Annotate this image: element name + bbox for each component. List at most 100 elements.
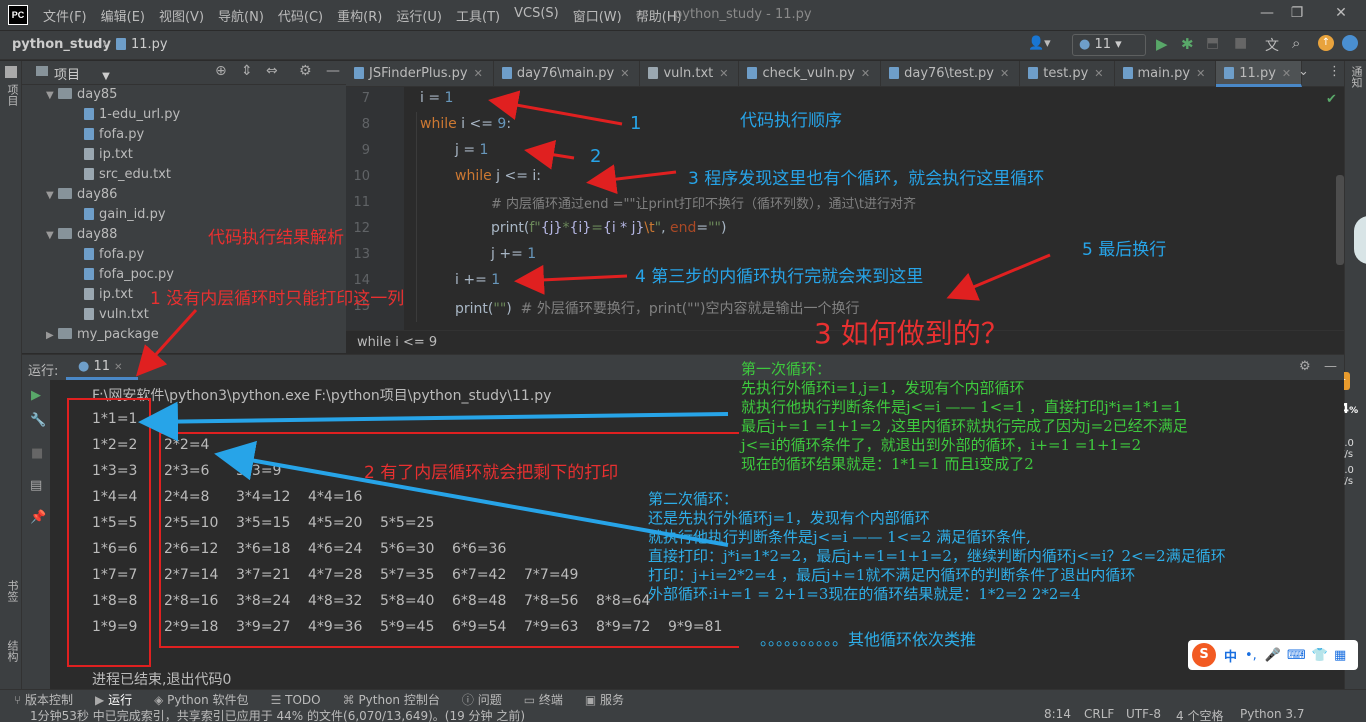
tree-item[interactable]: fofa.py — [84, 245, 144, 265]
chevron-right-icon[interactable]: ▶ — [46, 326, 58, 346]
editor-tab[interactable]: JSFinderPlus.py ✕ — [346, 61, 494, 87]
chevron-down-icon[interactable]: ▼ — [46, 86, 58, 106]
tree-item[interactable]: ▼ day85 — [46, 85, 117, 105]
debug-icon[interactable]: ✱ — [1181, 35, 1194, 53]
status-interpreter[interactable]: Python 3.7 — [1240, 709, 1305, 721]
menu-item[interactable]: 导航(N) — [211, 6, 271, 25]
run-tab[interactable]: ● 11 ✕ — [66, 355, 138, 380]
close-icon[interactable]: ✕ — [620, 67, 629, 80]
stop-icon[interactable]: ■ — [1234, 35, 1247, 51]
run-config-select[interactable]: ● 11 ▾ — [1072, 34, 1146, 56]
tree-item[interactable]: ▼ day86 — [46, 185, 117, 205]
run-hide-icon[interactable]: — — [1324, 359, 1337, 374]
chevron-down-icon[interactable]: ▼ — [46, 226, 58, 246]
close-icon[interactable]: ✕ — [474, 67, 483, 80]
menu-item[interactable]: 工具(T) — [449, 6, 507, 25]
menu-item[interactable]: 重构(R) — [330, 6, 389, 25]
tab-more-icon[interactable]: ⋮ — [1328, 64, 1341, 79]
wrench-icon[interactable]: 🔧 — [30, 413, 46, 428]
translate-icon[interactable]: 文 — [1265, 35, 1279, 55]
project-tool-icon[interactable] — [5, 66, 17, 78]
layout-icon[interactable]: ▤ — [30, 478, 42, 493]
search-icon[interactable]: ⌕ — [1292, 34, 1300, 52]
bottom-tool-0[interactable]: ⑂ 版本控制 — [14, 691, 73, 708]
pin-icon[interactable]: 📌 — [30, 510, 46, 525]
rerun-icon[interactable]: ▶ — [31, 388, 41, 403]
tree-item[interactable]: gain_id.py — [84, 205, 166, 225]
close-icon[interactable]: ✕ — [1282, 67, 1291, 80]
editor-tab[interactable]: check_vuln.py ✕ — [739, 61, 882, 87]
tree-item[interactable]: fofa_poc.py — [84, 265, 174, 285]
editor-tab[interactable]: day76\test.py ✕ — [881, 61, 1021, 87]
account-icon[interactable] — [1342, 35, 1358, 51]
menu-item[interactable]: 代码(C) — [271, 6, 330, 25]
tree-item[interactable]: src_edu.txt — [84, 165, 171, 185]
tree-item[interactable]: vuln.txt — [84, 305, 149, 325]
close-icon[interactable]: ✕ — [1000, 67, 1009, 80]
ime-lang[interactable]: 中 — [1224, 646, 1237, 665]
structure-tool-label[interactable]: 结构 — [4, 640, 20, 662]
editor-tab[interactable]: vuln.txt ✕ — [640, 61, 740, 87]
menu-item[interactable]: 运行(U) — [389, 6, 449, 25]
editor-tab[interactable]: day76\main.py ✕ — [494, 61, 641, 87]
run-icon[interactable]: ▶ — [1156, 35, 1168, 53]
collapse-all-icon[interactable]: ⇔ — [266, 63, 278, 79]
close-icon[interactable]: ✕ — [1094, 67, 1103, 80]
run-settings-gear-icon[interactable]: ⚙ — [1299, 359, 1311, 374]
editor-tab[interactable]: main.py ✕ — [1115, 61, 1217, 87]
minimize-button[interactable]: — — [1252, 5, 1282, 21]
chevron-down-icon[interactable]: ▼ — [46, 186, 58, 206]
stop-run-icon[interactable]: ■ — [31, 446, 43, 461]
menu-item[interactable]: VCS(S) — [507, 6, 566, 25]
tab-list-chevron-icon[interactable]: ⌄ — [1298, 64, 1309, 79]
tree-item[interactable]: ip.txt — [84, 145, 133, 165]
expand-all-icon[interactable]: ⇕ — [241, 63, 253, 79]
close-icon[interactable]: ✕ — [861, 67, 870, 80]
menu-item[interactable]: 文件(F) — [36, 6, 94, 25]
bottom-tool-3[interactable]: ☰ TODO — [271, 693, 321, 707]
status-caret[interactable]: 8:14 — [1044, 709, 1071, 721]
ime-voice-icon[interactable]: 🎤 — [1265, 648, 1281, 663]
bookmarks-tool-label[interactable]: 书签 — [4, 580, 20, 602]
file-crumb[interactable]: 11.py — [116, 37, 168, 52]
menu-item[interactable]: 窗口(W) — [566, 6, 629, 25]
status-indexing[interactable]: 1分钟53秒 中已完成索引，共享索引已应用于 44% 的文件(6,070/13,… — [30, 709, 525, 722]
status-line-ending[interactable]: CRLF — [1084, 709, 1114, 721]
editor-scrollbar[interactable] — [1336, 175, 1344, 265]
close-icon[interactable]: ✕ — [719, 67, 728, 80]
floating-widget[interactable] — [1354, 216, 1366, 264]
editor-tab[interactable]: 11.py ✕ — [1216, 61, 1303, 87]
bottom-tool-5[interactable]: ⓘ 问题 — [462, 691, 502, 708]
notifications-tool-label[interactable]: 通知 — [1348, 66, 1364, 88]
settings-gear-icon[interactable]: ⚙ — [299, 63, 312, 79]
ime-punct-icon[interactable]: •, — [1245, 648, 1257, 663]
update-icon[interactable]: ↑ — [1318, 35, 1334, 51]
hide-panel-icon[interactable]: — — [326, 63, 340, 79]
tree-item[interactable]: 1-edu_url.py — [84, 105, 180, 125]
project-tool-label[interactable]: 项目 — [4, 84, 20, 106]
inspection-ok-icon[interactable]: ✔ — [1326, 92, 1337, 107]
editor-tab[interactable]: test.py ✕ — [1020, 61, 1115, 87]
bottom-tool-4[interactable]: ⌘ Python 控制台 — [343, 691, 440, 708]
tree-item[interactable]: fofa.py — [84, 125, 144, 145]
status-indent[interactable]: 4 个空格 — [1176, 709, 1223, 722]
menu-item[interactable]: 视图(V) — [152, 6, 211, 25]
tree-item[interactable]: ▼ day88 — [46, 225, 117, 245]
maximize-button[interactable]: ❐ — [1282, 5, 1312, 21]
close-button[interactable]: ✕ — [1326, 5, 1356, 21]
bottom-tool-1[interactable]: ▶ 运行 — [95, 691, 132, 708]
bottom-tool-7[interactable]: ▣ 服务 — [585, 691, 624, 708]
ime-skin-icon[interactable]: 👕 — [1312, 648, 1328, 663]
locate-icon[interactable]: ⊕ — [215, 63, 227, 79]
ime-toolbar[interactable]: S 中 •, 🎤 ⌨ 👕 ▦ — [1188, 640, 1358, 670]
tree-item[interactable]: ▶ my_package — [46, 325, 159, 345]
tree-item[interactable]: ip.txt — [84, 285, 133, 305]
project-crumb[interactable]: python_study — [12, 37, 111, 52]
ime-menu-icon[interactable]: ▦ — [1334, 648, 1346, 663]
user-icon[interactable]: 👤▾ — [1028, 36, 1051, 51]
ime-keyboard-icon[interactable]: ⌨ — [1287, 648, 1306, 663]
bottom-tool-6[interactable]: ▭ 终端 — [524, 691, 563, 708]
status-encoding[interactable]: UTF-8 — [1126, 709, 1161, 721]
coverage-icon[interactable]: ⬒ — [1206, 35, 1219, 51]
project-view-select[interactable]: 项目 ▼ — [54, 64, 110, 83]
